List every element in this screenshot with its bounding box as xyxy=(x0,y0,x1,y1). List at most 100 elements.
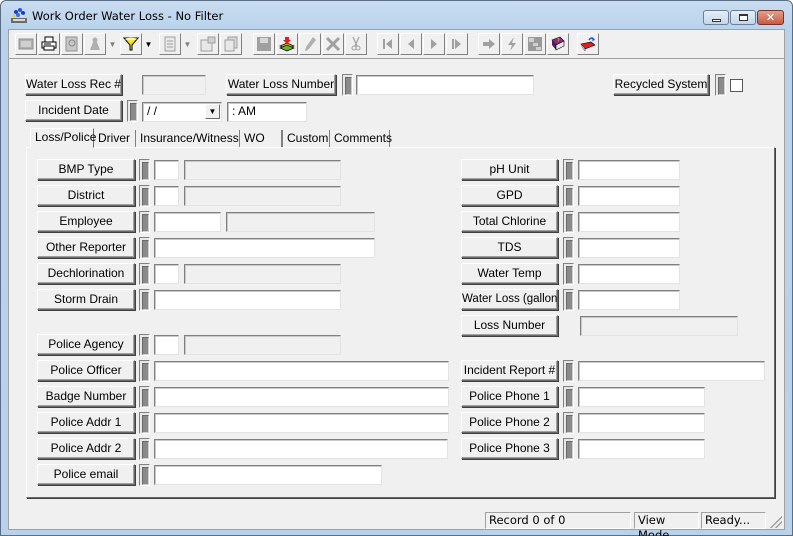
police-agency-indicator xyxy=(139,334,150,356)
recycled-system-button[interactable]: Recycled System xyxy=(613,74,709,95)
copy-record-button[interactable] xyxy=(220,33,242,55)
police-addr-2-input[interactable] xyxy=(154,439,448,459)
water-loss-gallons-button[interactable]: Water Loss (gallons) xyxy=(461,289,558,310)
add-record-icon xyxy=(279,37,295,52)
water-loss-rec-button[interactable]: Water Loss Rec # xyxy=(25,74,122,95)
police-addr-1-input[interactable] xyxy=(154,413,449,433)
water-temp-button[interactable]: Water Temp xyxy=(461,263,558,284)
properties-button[interactable] xyxy=(197,33,219,55)
ph-unit-button[interactable]: pH Unit xyxy=(461,159,558,180)
police-agency-code-input[interactable] xyxy=(154,335,179,355)
title-bar[interactable]: Work Order Water Loss - No Filter ✕ xyxy=(1,1,792,29)
dechlorination-description xyxy=(184,264,341,284)
form-view-button[interactable] xyxy=(15,33,37,55)
police-email-input[interactable] xyxy=(154,465,382,485)
police-phone-2-button[interactable]: Police Phone 2 xyxy=(461,412,558,433)
police-addr-2-button[interactable]: Police Addr 2 xyxy=(37,438,135,459)
exit-button[interactable] xyxy=(577,33,599,55)
save-button[interactable] xyxy=(253,33,275,55)
incident-date-button[interactable]: Incident Date xyxy=(25,100,122,121)
previous-record-button[interactable] xyxy=(400,33,422,55)
find-dropdown[interactable]: ▼ xyxy=(107,33,118,55)
police-agency-button[interactable]: Police Agency xyxy=(37,334,135,355)
employee-code-input[interactable] xyxy=(154,212,221,232)
tab-driver[interactable]: Driver xyxy=(94,130,136,148)
tab-insurance-witness[interactable]: Insurance/Witness xyxy=(136,130,240,148)
help-book-button[interactable]: ? xyxy=(547,33,569,55)
dechlorination-button[interactable]: Dechlorination xyxy=(37,263,135,284)
resize-grip[interactable] xyxy=(770,516,782,528)
police-phone-2-indicator xyxy=(563,412,574,434)
report-button[interactable] xyxy=(159,33,181,55)
find-button[interactable] xyxy=(84,33,106,55)
report-icon xyxy=(164,36,176,52)
police-officer-input[interactable] xyxy=(154,361,449,381)
edit-button[interactable] xyxy=(299,33,321,55)
minimize-icon xyxy=(711,18,721,22)
water-temp-input[interactable] xyxy=(578,264,680,284)
cut-button[interactable] xyxy=(345,33,367,55)
incident-report-input[interactable] xyxy=(578,361,765,381)
storm-drain-input[interactable] xyxy=(154,290,341,310)
ph-unit-indicator xyxy=(563,159,574,181)
ph-unit-input[interactable] xyxy=(578,160,680,180)
gpd-button[interactable]: GPD xyxy=(461,185,558,206)
total-chlorine-button[interactable]: Total Chlorine xyxy=(461,211,558,232)
filter-button[interactable] xyxy=(120,33,142,55)
minimize-button[interactable] xyxy=(703,10,729,25)
loss-number-button[interactable]: Loss Number xyxy=(461,315,558,336)
water-loss-number-input[interactable] xyxy=(356,75,534,95)
close-button[interactable]: ✕ xyxy=(757,10,784,25)
storm-drain-button[interactable]: Storm Drain xyxy=(37,289,135,310)
tab-wo[interactable]: WO xyxy=(240,130,282,148)
police-addr-1-button[interactable]: Police Addr 1 xyxy=(37,412,135,433)
district-button[interactable]: District xyxy=(37,185,135,206)
police-officer-button[interactable]: Police Officer xyxy=(37,360,135,381)
filter-dropdown[interactable]: ▼ xyxy=(143,33,154,55)
tds-input[interactable] xyxy=(578,238,680,258)
police-email-button[interactable]: Police email xyxy=(37,464,135,485)
incident-time-input[interactable]: : AM xyxy=(227,102,307,122)
water-loss-gallons-input[interactable] xyxy=(578,290,680,310)
total-chlorine-input[interactable] xyxy=(578,212,680,232)
incident-date-dropdown[interactable]: ▼ xyxy=(205,104,220,119)
tds-button[interactable]: TDS xyxy=(461,237,558,258)
print-preview-button[interactable] xyxy=(61,33,83,55)
police-phone-1-button[interactable]: Police Phone 1 xyxy=(461,386,558,407)
police-phone-3-button[interactable]: Police Phone 3 xyxy=(461,438,558,459)
water-loss-number-button[interactable]: Water Loss Number xyxy=(226,74,336,95)
police-phone-3-input[interactable] xyxy=(578,439,705,459)
next-record-button[interactable] xyxy=(423,33,445,55)
goto-button[interactable] xyxy=(478,33,500,55)
bmp-type-button[interactable]: BMP Type xyxy=(37,159,135,180)
recycled-system-checkbox[interactable] xyxy=(730,79,743,92)
district-code-input[interactable] xyxy=(154,186,179,206)
status-bar: Record 0 of 0 View Mode Ready... xyxy=(9,510,784,536)
incident-report-button[interactable]: Incident Report # xyxy=(461,360,558,381)
lightning-button[interactable] xyxy=(501,33,523,55)
maximize-button[interactable] xyxy=(730,10,756,25)
print-button[interactable] xyxy=(38,33,60,55)
report-dropdown[interactable]: ▼ xyxy=(182,33,193,55)
add-record-button[interactable] xyxy=(276,33,298,55)
tab-loss-police[interactable]: Loss/Police xyxy=(30,128,96,148)
delete-button[interactable] xyxy=(322,33,344,55)
tab-comments[interactable]: Comments xyxy=(330,130,392,148)
dechlorination-code-input[interactable] xyxy=(154,264,179,284)
badge-number-button[interactable]: Badge Number xyxy=(37,386,135,407)
police-phone-2-input[interactable] xyxy=(578,413,705,433)
first-record-button[interactable] xyxy=(377,33,399,55)
tab-custom[interactable]: Custom xyxy=(282,130,330,148)
water-temp-indicator xyxy=(563,263,574,285)
badge-number-input[interactable] xyxy=(154,387,449,407)
last-record-button[interactable] xyxy=(446,33,468,55)
employee-button[interactable]: Employee xyxy=(37,211,135,232)
hierarchy-button[interactable] xyxy=(524,33,546,55)
other-reporter-button[interactable]: Other Reporter xyxy=(37,237,135,258)
bmp-type-code-input[interactable] xyxy=(154,160,179,180)
other-reporter-input[interactable] xyxy=(154,238,375,258)
police-phone-1-input[interactable] xyxy=(578,387,705,407)
gpd-input[interactable] xyxy=(578,186,680,206)
police-phone-1-indicator xyxy=(563,386,574,408)
recycled-system-indicator xyxy=(715,74,726,96)
